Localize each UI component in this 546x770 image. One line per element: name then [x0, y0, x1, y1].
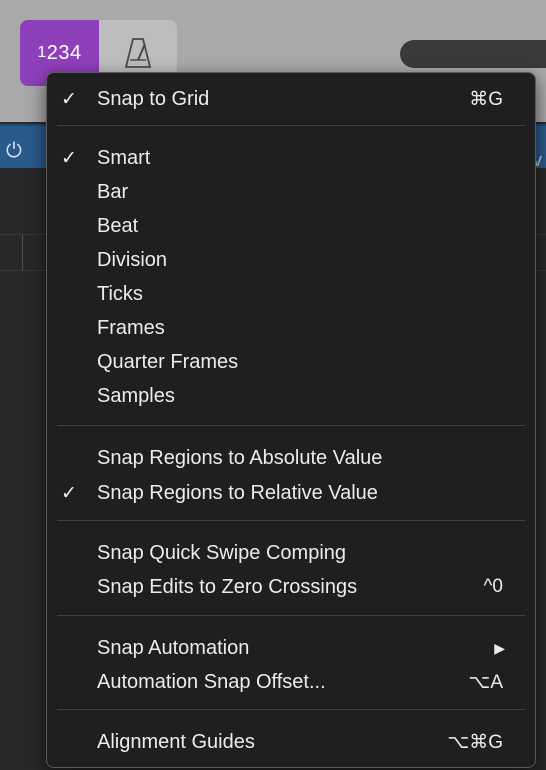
- checkmark-icon: ✓: [61, 147, 77, 169]
- menu-item-label: Snap Quick Swipe Comping: [97, 541, 347, 564]
- snap-menu: ✓ Snap to Grid ⌘G ✓ Smart Bar Beat Divis…: [46, 72, 536, 768]
- lcd-label: 1: [37, 44, 47, 61]
- power-icon[interactable]: ⏻: [6, 140, 26, 162]
- menu-item-beat[interactable]: Beat: [47, 211, 535, 241]
- menu-item-label: Alignment Guides: [97, 730, 255, 753]
- divider: [22, 234, 23, 270]
- menu-item-quarter-frames[interactable]: Quarter Frames: [47, 347, 535, 377]
- shortcut-label: ⌘G: [469, 88, 503, 110]
- menu-item-label: Frames: [97, 316, 165, 339]
- checkmark-icon: ✓: [61, 88, 77, 110]
- menu-item-label: Smart: [97, 146, 151, 169]
- menu-item-label: Ticks: [97, 282, 143, 305]
- menu-separator: [57, 520, 525, 521]
- menu-item-label: Samples: [97, 384, 175, 407]
- checkmark-icon: ✓: [61, 482, 77, 504]
- menu-item-frames[interactable]: Frames: [47, 313, 535, 343]
- menu-item-bar[interactable]: Bar: [47, 177, 535, 207]
- menu-item-snap-quick-swipe[interactable]: Snap Quick Swipe Comping: [47, 538, 535, 568]
- submenu-arrow-icon: ▶: [494, 639, 505, 656]
- menu-item-label: Snap Edits to Zero Crossings: [97, 575, 358, 598]
- shortcut-label: ⌥A: [468, 671, 503, 693]
- lcd-label-digits: 234: [46, 41, 82, 64]
- search-pill[interactable]: [400, 40, 546, 68]
- menu-item-samples[interactable]: Samples: [47, 381, 535, 411]
- menu-item-ticks[interactable]: Ticks: [47, 279, 535, 309]
- menu-item-label: Snap Regions to Absolute Value: [97, 446, 383, 469]
- menu-separator: [57, 425, 525, 426]
- shortcut-label: ⌥⌘G: [447, 731, 503, 753]
- menu-item-automation-snap-offset[interactable]: Automation Snap Offset... ⌥A: [47, 667, 535, 697]
- menu-item-label: Snap to Grid: [97, 87, 210, 110]
- menu-item-label: Quarter Frames: [97, 350, 239, 373]
- menu-item-snap-regions-absolute[interactable]: Snap Regions to Absolute Value: [47, 443, 535, 473]
- menu-separator: [57, 709, 525, 710]
- menu-item-label: Snap Automation: [97, 636, 250, 659]
- metronome-icon: [124, 38, 152, 68]
- menu-item-division[interactable]: Division: [47, 245, 535, 275]
- menu-item-smart[interactable]: ✓ Smart: [47, 143, 535, 173]
- shortcut-label: ^0: [483, 576, 503, 597]
- menu-item-label: Bar: [97, 180, 129, 203]
- menu-item-label: Beat: [97, 214, 139, 237]
- menu-separator: [57, 125, 525, 126]
- menu-item-label: Snap Regions to Relative Value: [97, 481, 378, 504]
- menu-separator: [57, 615, 525, 616]
- menu-item-label: Division: [97, 248, 168, 271]
- menu-item-label: Automation Snap Offset...: [97, 670, 326, 693]
- menu-item-snap-zero-crossings[interactable]: Snap Edits to Zero Crossings ^0: [47, 572, 535, 602]
- menu-item-snap-regions-relative[interactable]: ✓ Snap Regions to Relative Value: [47, 478, 535, 508]
- menu-item-alignment-guides[interactable]: Alignment Guides ⌥⌘G: [47, 727, 535, 757]
- menu-item-snap-automation[interactable]: Snap Automation ▶: [47, 633, 535, 663]
- menu-item-snap-to-grid[interactable]: ✓ Snap to Grid ⌘G: [47, 84, 535, 114]
